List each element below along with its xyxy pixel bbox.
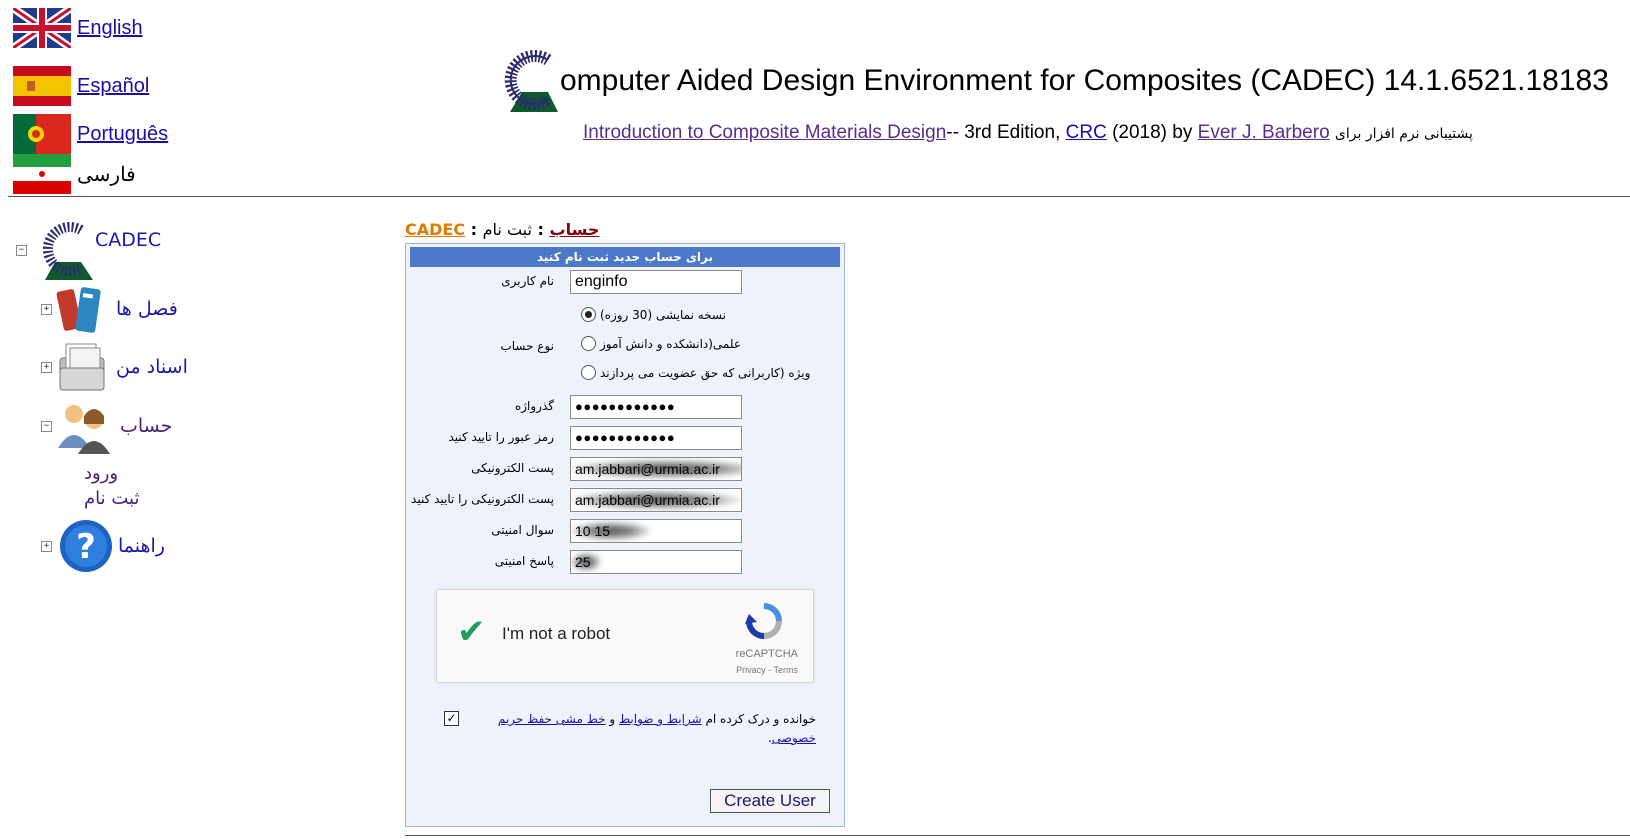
collapse-icon[interactable]: −: [41, 420, 52, 432]
portugal-flag-icon: [13, 114, 71, 154]
tree-root-label[interactable]: CADEC: [95, 229, 161, 251]
radio-demo[interactable]: [581, 307, 596, 322]
footer-divider: [405, 835, 1630, 836]
cadec-tree-logo-icon: [42, 222, 93, 280]
publisher-link[interactable]: CRC: [1066, 122, 1107, 143]
checkmark-icon[interactable]: ✔: [457, 615, 486, 649]
register-form: برای حساب جدید ثبت نام کنید نام کاربری e…: [405, 243, 845, 827]
iran-flag-icon: [13, 154, 71, 194]
password-label: گذرواژه: [514, 399, 554, 413]
collapse-icon[interactable]: −: [16, 244, 27, 256]
terms-text: خوانده و درک کرده ام شرایط و ضوابط و خط …: [466, 710, 816, 748]
security-question-label: سوال امنیتی: [491, 523, 554, 537]
create-user-button[interactable]: Create User: [710, 789, 830, 813]
cadec-logo-icon: [504, 50, 558, 112]
tree-sub-register[interactable]: ثبت نام: [84, 488, 139, 509]
users-icon: [58, 405, 110, 454]
terms-link[interactable]: شرایط و ضوابط: [619, 712, 702, 726]
terms-and: و: [609, 712, 616, 726]
year-by-text: (2018) by: [1112, 122, 1193, 143]
email-value: am.jabbari@urmia.ac.ir: [575, 461, 720, 477]
security-question-value: 10 15: [575, 523, 611, 539]
confirm-email-field[interactable]: am.jabbari@urmia.ac.ir: [570, 488, 742, 512]
expand-icon[interactable]: +: [41, 361, 52, 373]
tree-item-documents[interactable]: + اسناد من: [41, 338, 188, 396]
email-field[interactable]: am.jabbari@urmia.ac.ir: [570, 457, 742, 481]
radio-premium[interactable]: [581, 365, 596, 380]
security-answer-label: پاسخ امنیتی: [494, 554, 554, 568]
header-divider: [8, 196, 1630, 197]
breadcrumb-sep2: :: [470, 220, 478, 239]
svg-text:?: ?: [76, 527, 96, 567]
lang-spanish-link[interactable]: Español: [77, 75, 149, 98]
recaptcha-links[interactable]: Privacy - Terms: [736, 665, 798, 675]
tree-item-account[interactable]: − حساب: [41, 398, 172, 454]
tree-item-account-label[interactable]: حساب: [120, 415, 172, 437]
account-type-premium-label: ویژه (کاربرانی که حق عضویت می پردازند: [600, 365, 811, 380]
breadcrumb-current: ثبت نام: [482, 220, 532, 239]
confirm-password-label: رمز عبور را تایید کنید: [448, 430, 554, 444]
account-type-premium[interactable]: ویژه (کاربرانی که حق عضویت می پردازند: [581, 365, 810, 380]
recaptcha-widget[interactable]: ✔ I'm not a robot reCAPTCHA Privacy - Te…: [436, 589, 814, 683]
lang-portuguese-link[interactable]: Português: [77, 123, 168, 146]
expand-icon[interactable]: +: [41, 540, 52, 552]
recaptcha-brand: reCAPTCHA: [735, 648, 798, 660]
page-title: omputer Aided Design Environment for Com…: [560, 64, 1609, 97]
security-question-field[interactable]: 10 15: [570, 519, 742, 543]
lang-portuguese[interactable]: Português: [13, 114, 168, 154]
support-text: پشتیبانی نرم افزار برای: [1334, 126, 1473, 142]
account-type-demo-label: نسخه نمایشی (30 روزه): [600, 307, 726, 322]
account-type-demo[interactable]: نسخه نمایشی (30 روزه): [581, 307, 726, 322]
account-type-label: نوع حساب: [500, 339, 554, 353]
lang-farsi-label: فارسی: [77, 163, 136, 186]
lang-farsi: فارسی: [13, 154, 136, 194]
books-icon: [56, 287, 101, 333]
lang-english-link[interactable]: English: [77, 17, 143, 40]
confirm-email-value: am.jabbari@urmia.ac.ir: [575, 492, 720, 508]
recaptcha-logo-icon: [745, 603, 782, 639]
book-link[interactable]: Introduction to Composite Materials Desi…: [583, 122, 946, 143]
security-answer-value: 25: [575, 554, 591, 570]
uk-flag-icon: [13, 8, 71, 48]
recaptcha-label: I'm not a robot: [502, 624, 611, 643]
help-icon: ?: [60, 520, 112, 572]
edition-text: -- 3rd Edition,: [946, 122, 1061, 143]
lang-english[interactable]: English: [13, 8, 143, 48]
terms-checkbox[interactable]: ✓: [444, 711, 459, 726]
password-field[interactable]: ●●●●●●●●●●●●: [570, 395, 742, 419]
tree-item-documents-label[interactable]: اسناد من: [116, 356, 188, 378]
tree-root[interactable]: − CADEC: [16, 220, 161, 280]
username-label: نام کاربری: [501, 274, 554, 288]
app-title: omputer Aided Design Environment for Com…: [500, 44, 1609, 112]
breadcrumb-account[interactable]: حساب: [550, 220, 600, 239]
tree-sub-login[interactable]: ورود: [84, 463, 118, 484]
confirm-email-label: پست الکترونیکی را تایید کنید: [411, 492, 554, 506]
spain-flag-icon: [13, 66, 71, 106]
tree-item-help-label[interactable]: راهنما: [118, 535, 165, 557]
tree-item-chapters-label[interactable]: فصل ها: [116, 298, 178, 320]
terms-prefix: خوانده و درک کرده ام: [705, 712, 816, 726]
security-answer-field[interactable]: 25: [570, 550, 742, 574]
breadcrumb-sep: :: [537, 220, 544, 239]
tree-item-chapters[interactable]: + فصل ها: [41, 280, 178, 338]
form-heading: برای حساب جدید ثبت نام کنید: [410, 247, 840, 267]
email-label: پست الکترونیکی: [471, 461, 554, 475]
radio-academic[interactable]: [581, 336, 596, 351]
username-field[interactable]: enginfo: [570, 270, 742, 294]
confirm-password-field[interactable]: ●●●●●●●●●●●●: [570, 426, 742, 450]
tree-item-help[interactable]: + ? راهنما: [41, 518, 165, 574]
account-type-academic[interactable]: علمی(دانشکده و دانش آموز: [581, 336, 741, 351]
account-type-academic-label: علمی(دانشکده و دانش آموز: [600, 336, 741, 351]
breadcrumb-root[interactable]: CADEC: [405, 220, 465, 239]
breadcrumb: حساب : ثبت نام : CADEC: [405, 220, 599, 239]
subtitle: Introduction to Composite Materials Desi…: [583, 122, 1473, 144]
author-link[interactable]: Ever J. Barbero: [1198, 122, 1330, 143]
expand-icon[interactable]: +: [41, 303, 52, 315]
documents-icon: [59, 343, 105, 391]
lang-spanish[interactable]: Español: [13, 66, 149, 106]
